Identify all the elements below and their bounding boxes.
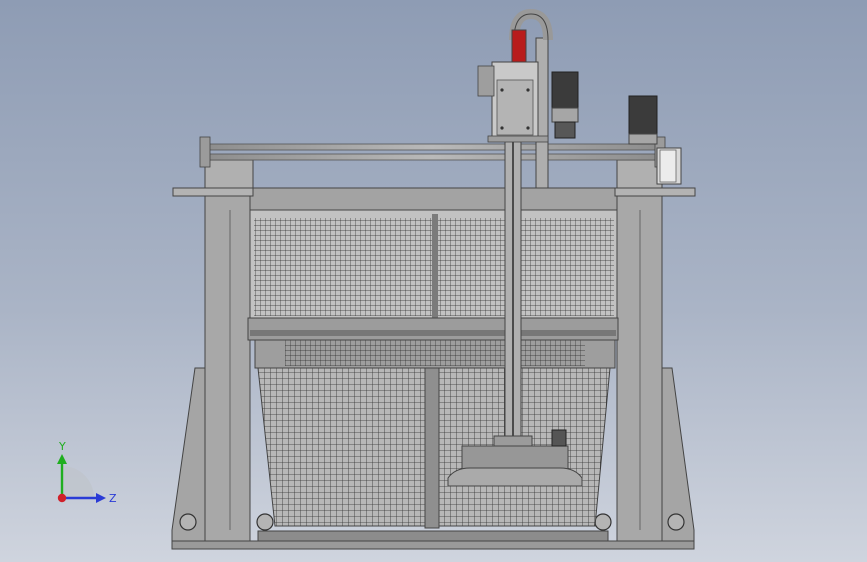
upper-mesh-guard [247,209,619,341]
y-axis-label: Y [58,440,66,453]
linear-guide-rails [199,136,666,168]
z-axis-label: Z [109,492,117,505]
gantry-machine-model[interactable] [0,0,867,562]
x-axis-dot [57,493,67,503]
top-beam [172,159,696,211]
cad-viewport[interactable]: Y Z [0,0,867,562]
servo-motor-vertical [551,71,579,139]
coordinate-triad: Y Z [57,440,117,505]
